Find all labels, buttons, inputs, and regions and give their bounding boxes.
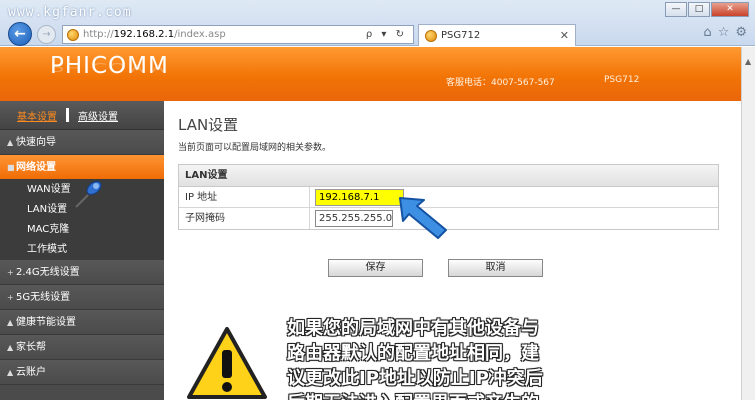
minimize-button[interactable]: — [665, 2, 687, 17]
pointer-arrow-icon [399, 197, 447, 239]
menu-item-label: 健康节能设置 [16, 317, 76, 328]
annotation-line: 路由器默认的配置地址相同，建 [287, 343, 539, 364]
settings-gear-icon[interactable]: ⚙ [735, 25, 747, 40]
annotation-line: 议更改此IP地址以防止IP冲突后 [287, 368, 543, 389]
url-protocol: http:// [83, 29, 114, 40]
address-bar[interactable]: http:// 192.168.2.1 /index.asp ρ ▾ ↻ [62, 25, 414, 44]
sub-item-mac-clone[interactable]: MAC克隆 [0, 220, 164, 240]
close-window-button[interactable]: ✕ [711, 2, 749, 17]
ip-label: IP 地址 [179, 187, 310, 207]
menu-item-wireless-5g[interactable]: + 5G无线设置 [0, 285, 164, 310]
menu-item-label: 快速向导 [16, 137, 56, 148]
back-button[interactable]: ← [8, 22, 32, 46]
address-tools[interactable]: ρ ▾ ↻ [366, 29, 407, 40]
watermark-text: www.kgfanr.com [8, 5, 132, 20]
subnet-mask-label: 子网掩码 [179, 208, 310, 229]
tab-title: PSG712 [441, 30, 481, 41]
sidebar: 基本设置 高级设置 ▲ 快速向导 ■ 网络设置 WAN设置 LAN设置 MAC克… [0, 101, 164, 400]
warning-annotation: 如果您的局域网中有其他设备与 路由器默认的配置地址相同，建 议更改此IP地址以防… [287, 316, 587, 400]
menu-bullet-icon: ▲ [7, 343, 14, 352]
maximize-button[interactable]: □ [688, 2, 710, 17]
subnet-mask-select[interactable]: 255.255.255.0 [315, 210, 393, 227]
menu-bullet-icon: ■ [7, 163, 15, 172]
tab-advanced-settings[interactable]: 高级设置 [78, 108, 118, 123]
url-host: 192.168.2.1 [113, 29, 175, 40]
menu-bullet-icon: + [7, 293, 14, 302]
model-text: PSG712 [604, 75, 640, 85]
url-path: /index.asp [174, 29, 226, 40]
browser-toolbar-icons: ⌂ ☆ ⚙ [703, 25, 747, 40]
site-favicon-icon [67, 28, 79, 41]
page-description: 当前页面可以配置局域网的相关参数。 [178, 143, 332, 153]
subnet-mask-value: 255.255.255.0 [319, 213, 393, 224]
ip-address-input[interactable] [315, 188, 404, 206]
sidebar-tabs: 基本设置 高级设置 [0, 101, 164, 130]
menu-item-label: 5G无线设置 [16, 292, 71, 303]
annotation-line: 如果您的局域网中有其他设备与 [287, 318, 539, 339]
menu-item-wireless-2g[interactable]: + 2.4G无线设置 [0, 260, 164, 285]
router-header: PHICOMM PHICOMM 客服电话：4007-567-567 PSG712 [0, 47, 741, 101]
menu-bullet-icon: ▲ [7, 318, 14, 327]
forward-button[interactable]: → [37, 25, 56, 44]
menu-item-network-settings[interactable]: ■ 网络设置 [0, 155, 164, 180]
menu-item-parental[interactable]: ▲ 家长帮 [0, 335, 164, 360]
pushpin-icon [75, 181, 102, 208]
logo-reflection: PHICOMM [50, 59, 169, 74]
tab-favicon-icon [425, 29, 437, 42]
page-title: LAN设置 [178, 116, 239, 134]
menu-item-health-energy[interactable]: ▲ 健康节能设置 [0, 310, 164, 335]
menu-item-cloud-account[interactable]: ▲ 云账户 [0, 360, 164, 385]
cancel-button[interactable]: 取消 [448, 259, 543, 277]
tab-close-icon[interactable]: ✕ [560, 29, 569, 42]
favorites-star-icon[interactable]: ☆ [718, 25, 730, 40]
save-button[interactable]: 保存 [328, 259, 423, 277]
scroll-up-icon[interactable]: ▲ [745, 57, 751, 66]
annotation-line: 后期无法进入配置界面或产生的 [287, 391, 587, 400]
tab-separator [66, 108, 69, 122]
tab-basic-settings[interactable]: 基本设置 [17, 108, 57, 123]
menu-bullet-icon: ▲ [7, 368, 14, 377]
window-controls: — □ ✕ [665, 2, 749, 17]
browser-tab[interactable]: PSG712 ✕ [418, 24, 576, 46]
menu-bullet-icon: + [7, 268, 14, 277]
browser-chrome: www.kgfanr.com — □ ✕ ← → http:// 192.168… [0, 0, 755, 46]
warning-icon [187, 327, 267, 399]
menu-item-label: 网络设置 [16, 162, 56, 173]
vertical-scrollbar[interactable]: ▲ [741, 47, 755, 400]
menu-item-label: 云账户 [16, 367, 46, 378]
menu-item-label: 家长帮 [16, 342, 46, 353]
sub-item-work-mode[interactable]: 工作模式 [0, 240, 164, 260]
home-icon[interactable]: ⌂ [703, 25, 711, 40]
hotline-text: 客服电话：4007-567-567 [446, 78, 555, 88]
menu-item-label: 2.4G无线设置 [16, 267, 80, 278]
menu-item-quick-wizard[interactable]: ▲ 快速向导 [0, 130, 164, 155]
menu-bullet-icon: ▲ [7, 138, 14, 147]
table-header: LAN设置 [179, 165, 718, 187]
